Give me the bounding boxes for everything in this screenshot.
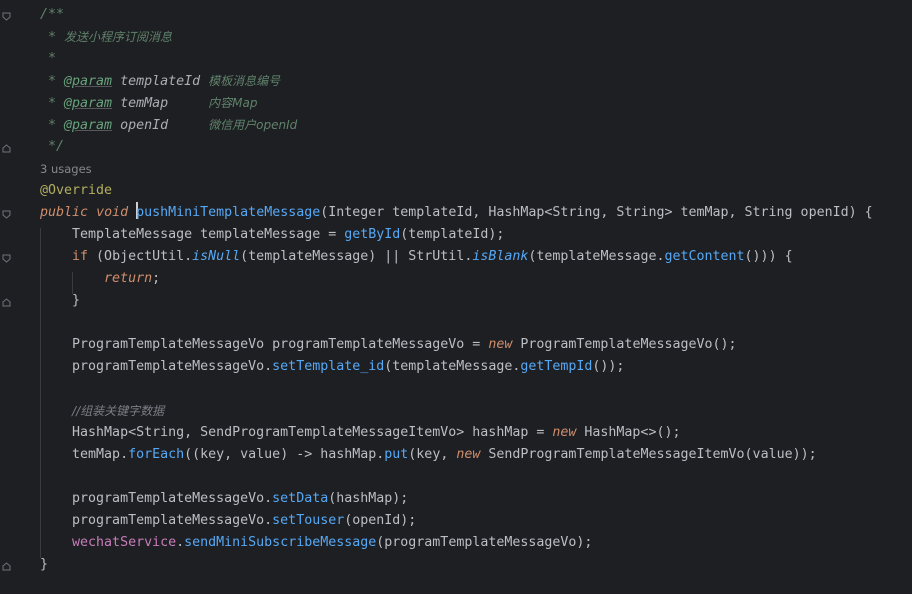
method-call: isBlank — [472, 249, 529, 264]
override-annotation: @Override — [40, 183, 113, 198]
code-text: HashMap<>(); — [576, 425, 681, 440]
keyword-public: public — [40, 205, 89, 220]
keyword-return: return — [104, 271, 153, 286]
code-text: (key, — [408, 447, 457, 462]
code-text: programTemplateMessageVo. — [72, 359, 273, 374]
code-text: (programTemplateMessageVo); — [376, 535, 593, 550]
javadoc-blank: * — [40, 51, 57, 66]
type-name: ProgramTemplateMessageVo — [72, 337, 265, 352]
code-text: HashMap<String, SendProgramTemplateMessa… — [72, 425, 553, 440]
code-text: ()); — [592, 359, 625, 374]
javadoc-param-desc: 模板消息编号 — [208, 74, 281, 88]
code-line: wechatService.sendMiniSubscribeMessage(p… — [40, 532, 912, 554]
code-line: } — [40, 290, 912, 312]
method-call: getContent — [664, 249, 745, 264]
keyword-new: new — [456, 447, 481, 462]
code-line: HashMap<String, SendProgramTemplateMessa… — [40, 422, 912, 444]
code-text: temMap. — [72, 447, 129, 462]
javadoc-param-tag: @param — [64, 96, 113, 111]
javadoc-param-desc: 内容Map — [208, 96, 258, 110]
method-call: getById — [344, 227, 401, 242]
empty-line — [40, 466, 912, 488]
method-call: sendMiniSubscribeMessage — [184, 535, 377, 550]
empty-line — [40, 312, 912, 334]
code-text: (templateMessage. — [384, 359, 521, 374]
keyword-void: void — [96, 205, 129, 220]
code-text: (openId); — [344, 513, 417, 528]
code-line: ProgramTemplateMessageVo programTemplate… — [40, 334, 912, 356]
code-text: ())) { — [744, 249, 793, 264]
code-line: return; — [40, 268, 912, 290]
javadoc-open: /** — [40, 7, 65, 22]
keyword-new: new — [552, 425, 577, 440]
closing-brace: } — [72, 293, 81, 308]
javadoc-param-name: templateId — [120, 74, 201, 89]
method-call: setData — [272, 491, 329, 506]
javadoc-close: */ — [40, 139, 65, 154]
method-call: forEach — [128, 447, 185, 462]
fold-collapse-icon[interactable] — [2, 254, 11, 263]
code-text: ; — [152, 271, 161, 286]
code-text: SendProgramTemplateMessageItemVo(value))… — [480, 447, 817, 462]
code-line: //组装关键字数据 — [40, 400, 912, 422]
javadoc-pad — [200, 74, 208, 89]
code-line: if (ObjectUtil.isNull(templateMessage) |… — [40, 246, 912, 268]
method-closing-brace: } — [40, 557, 49, 572]
keyword-new: new — [488, 337, 513, 352]
code-editor[interactable]: /** * 发送小程序订阅消息 * * @param templateId 模板… — [40, 4, 912, 576]
code-line: programTemplateMessageVo.setData(hashMap… — [40, 488, 912, 510]
method-call: setTouser — [272, 513, 345, 528]
javadoc-param-desc: 微信用户openId — [208, 118, 298, 132]
fold-collapse-icon[interactable] — [2, 210, 11, 219]
code-text: (templateId); — [400, 227, 505, 242]
keyword-if: if — [72, 249, 89, 264]
field-reference: wechatService — [72, 535, 177, 550]
code-text: (hashMap); — [328, 491, 409, 506]
code-text: programTemplateMessageVo. — [72, 491, 273, 506]
code-line: TemplateMessage templateMessage = getByI… — [40, 224, 912, 246]
line-comment: //组装关键字数据 — [72, 404, 165, 418]
javadoc-param-tag: @param — [64, 118, 113, 133]
javadoc-param-name: temMap — [120, 96, 169, 111]
code-text: (); — [712, 337, 737, 352]
code-text: programTemplateMessageVo. — [72, 513, 273, 528]
code-text: (ObjectUtil. — [88, 249, 193, 264]
code-text: . — [176, 535, 185, 550]
code-text: (templateMessage. — [528, 249, 665, 264]
method-signature: public void pushMiniTemplateMessage(Inte… — [40, 202, 912, 224]
fold-expand-icon[interactable] — [2, 562, 11, 571]
type-name: TemplateMessage — [72, 227, 193, 242]
code-text: (templateMessage) || StrUtil. — [240, 249, 473, 264]
javadoc-param-line: * @param openId 微信用户openId — [40, 118, 298, 133]
method-call: isNull — [192, 249, 241, 264]
method-call: put — [384, 447, 409, 462]
javadoc-summary-line: * 发送小程序订阅消息 — [40, 26, 912, 48]
code-text: ProgramTemplateMessageVo — [512, 337, 713, 352]
javadoc-pad — [168, 118, 208, 133]
code-text: templateMessage = — [192, 227, 345, 242]
method-call: setTemplate_id — [272, 359, 385, 374]
method-params: (Integer templateId, HashMap<String, Str… — [320, 205, 873, 220]
empty-line — [40, 378, 912, 400]
javadoc-star: * — [40, 30, 65, 45]
javadoc-param-name: openId — [120, 118, 169, 133]
code-line: temMap.forEach((key, value) -> hashMap.p… — [40, 444, 912, 466]
code-text: ((key, value) -> hashMap. — [184, 447, 385, 462]
usages-hint[interactable]: 3 usages — [40, 158, 912, 180]
fold-expand-icon[interactable] — [2, 298, 11, 307]
javadoc-param-line: * @param templateId 模板消息编号 — [40, 74, 281, 89]
javadoc-param-tag: @param — [64, 74, 113, 89]
code-line: programTemplateMessageVo.setTemplate_id(… — [40, 356, 912, 378]
javadoc-pad — [168, 96, 208, 111]
javadoc-param-line: * @param temMap 内容Map — [40, 96, 258, 111]
editor-gutter[interactable] — [0, 0, 22, 594]
fold-expand-icon[interactable] — [2, 144, 11, 153]
javadoc-summary: 发送小程序订阅消息 — [64, 30, 173, 44]
code-line: programTemplateMessageVo.setTouser(openI… — [40, 510, 912, 532]
code-text: programTemplateMessageVo = — [264, 337, 489, 352]
method-call: getTempId — [520, 359, 593, 374]
method-name[interactable]: pushMiniTemplateMessage — [136, 205, 320, 220]
fold-collapse-icon[interactable] — [2, 12, 11, 21]
